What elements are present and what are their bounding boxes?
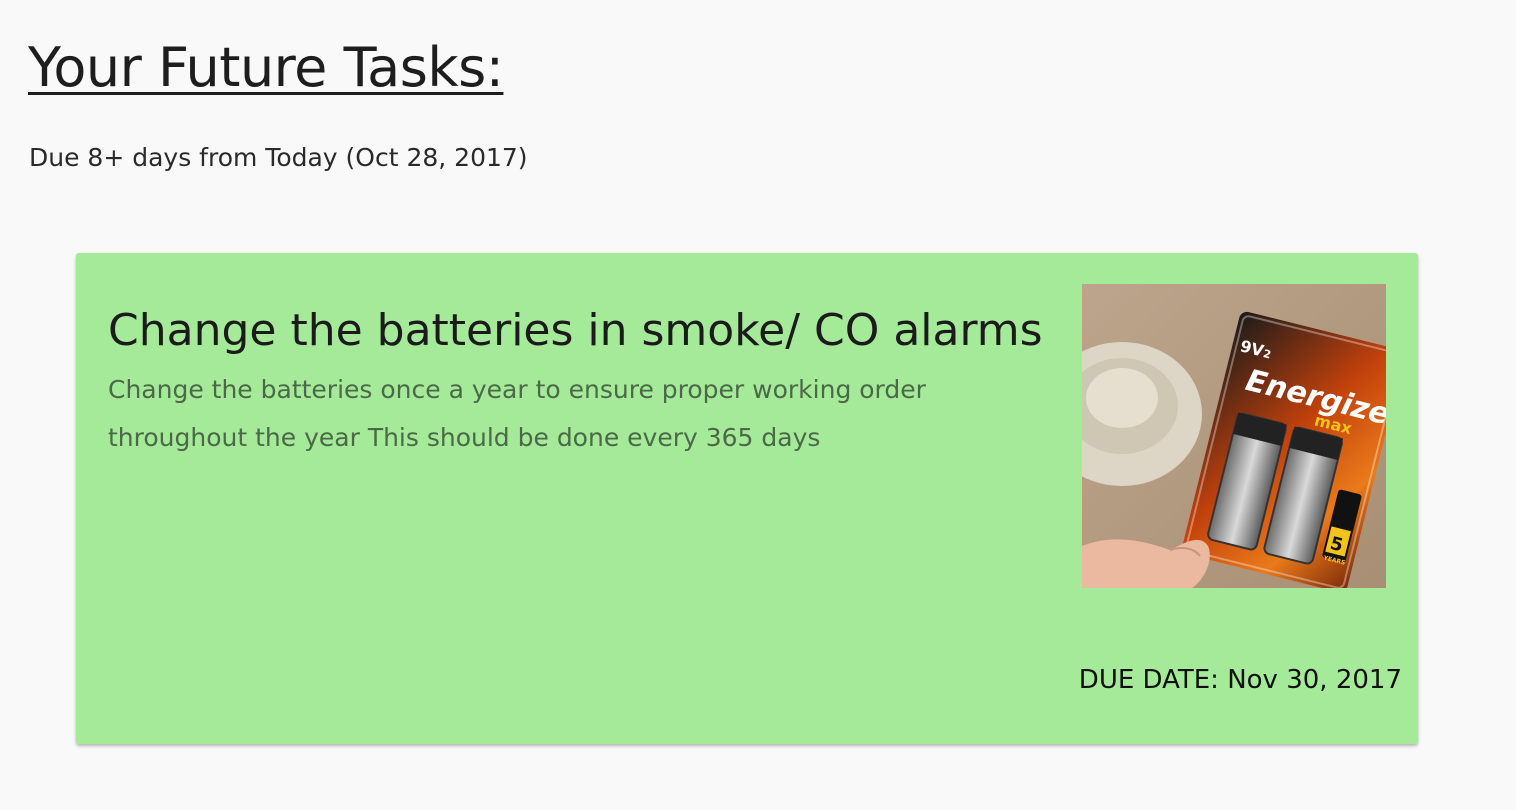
- future-tasks-page: Your Future Tasks: Due 8+ days from Toda…: [0, 0, 1516, 810]
- due-range-subtitle: Due 8+ days from Today (Oct 28, 2017): [29, 143, 528, 172]
- task-title: Change the batteries in smoke/ CO alarms: [108, 305, 1043, 356]
- due-date: DUE DATE: Nov 30, 2017: [1078, 665, 1402, 695]
- task-image: 9V 2 Energizer max 5 YEARS: [1082, 284, 1386, 588]
- task-description: Change the batteries once a year to ensu…: [108, 375, 926, 452]
- task-card[interactable]: Change the batteries in smoke/ CO alarms…: [76, 253, 1418, 744]
- page-title: Your Future Tasks:: [28, 36, 504, 99]
- battery-product-photo: 9V 2 Energizer max 5 YEARS: [1082, 284, 1386, 588]
